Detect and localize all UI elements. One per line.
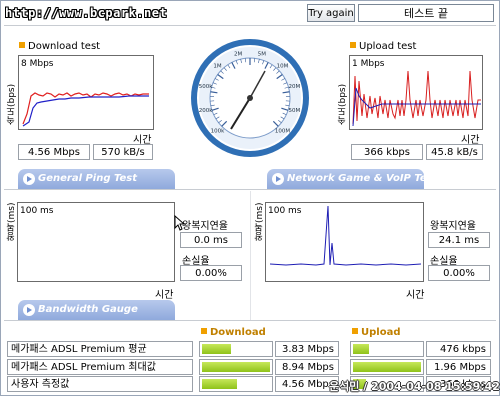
ping-y-max: 100 ms (20, 206, 54, 216)
gauge-tick-label: 50M (289, 108, 301, 114)
bandwidth-upload-header: Upload (352, 327, 400, 338)
download-bar-fill (202, 344, 232, 354)
download-kbs-value: 570 kB/s (93, 144, 153, 160)
upload-plot: 1 Mbps (349, 55, 483, 130)
column-divider (250, 191, 251, 321)
upload-bar (350, 359, 424, 375)
game-plot: 100 ms (265, 202, 424, 282)
gauge-tick-label: 20M (289, 84, 301, 90)
ping-loss-value: 0.00% (180, 265, 242, 281)
timestamp-watermark: 운석민 / 2004-04-08 15:59:42 (329, 380, 500, 393)
download-bar (199, 341, 273, 357)
table-row-name: 사용자 측정값 (7, 376, 193, 392)
upload-bar (350, 341, 424, 357)
download-value: 8.94 Mbps (275, 359, 339, 375)
speed-test-window: http://www.bcpark.net Try again 테스트 끝 Do… (0, 0, 500, 396)
upload-value: 1.96 Mbps (426, 359, 491, 375)
upload-graph (352, 70, 481, 127)
gauge-hub (247, 95, 253, 101)
bandwidth-download-header: Download (201, 327, 266, 338)
bullet-icon (352, 328, 358, 334)
download-bar (199, 376, 273, 392)
gauge-tick-label: 10M (277, 63, 289, 69)
download-bar-fill (202, 379, 237, 389)
download-bar-fill (202, 362, 270, 372)
speed-gauge: 100k 200k 500k 1M 2M 5M 10M 20M 50M 100M (191, 39, 309, 157)
upload-y-label: 속도(bps) (338, 83, 348, 125)
upload-kbps-value: 366 kbps (351, 144, 423, 160)
game-x-label: 시간 (406, 290, 425, 301)
game-rtt-label: 왕복지연율 (430, 221, 476, 232)
download-title: Download test (19, 41, 100, 52)
gauge-tick-label: 100k (211, 129, 225, 135)
gauge-tick-label: 200k (199, 108, 213, 114)
ping-plot: 100 ms (17, 202, 175, 282)
play-icon (272, 173, 284, 185)
gauge-tick-label: 100M (275, 129, 290, 135)
section-divider (4, 189, 496, 190)
status-box: 테스트 끝 (358, 4, 494, 22)
play-icon (23, 304, 35, 316)
tab-general-ping-test[interactable]: General Ping Test (18, 169, 175, 189)
bullet-icon (201, 328, 207, 334)
table-row-name: 메가패스 ADSL Premium 평균 (7, 341, 193, 357)
download-bar (199, 359, 273, 375)
site-url: http://www.bcpark.net (5, 6, 168, 20)
gauge-tick-label: 500k (199, 84, 213, 90)
download-graph (22, 92, 149, 127)
table-row-name: 메가패스 ADSL Premium 최대값 (7, 359, 193, 375)
tab-bandwidth-gauge[interactable]: Bandwidth Gauge (18, 300, 175, 320)
gauge-tick-label: 1M (213, 63, 221, 69)
try-again-button[interactable]: Try again (307, 4, 355, 22)
download-value: 3.83 Mbps (275, 341, 339, 357)
upload-kbs-value: 45.8 kB/s (426, 144, 483, 160)
gauge-tick-label: 2M (234, 52, 242, 58)
download-y-label: 속도(bps) (7, 83, 17, 125)
header-divider (4, 25, 496, 26)
download-mbps-value: 4.56 Mbps (18, 144, 90, 160)
game-loss-value: 0.00% (428, 265, 490, 281)
download-plot: 8 Mbps (18, 55, 154, 130)
bullet-icon (19, 42, 25, 48)
play-icon (23, 173, 35, 185)
game-graph (269, 205, 422, 266)
bullet-icon (350, 42, 356, 48)
ping-rtt-value: 0.0 ms (180, 232, 242, 248)
upload-value: 476 kbps (426, 341, 491, 357)
upload-bar-fill (353, 362, 421, 372)
upload-bar-fill (353, 344, 370, 354)
ping-rtt-label: 왕복지연율 (182, 221, 228, 232)
gauge-tick-label: 5M (258, 52, 266, 58)
section-divider (4, 320, 496, 321)
tab-network-game-voip-test[interactable]: Network Game & VoIP Test (267, 169, 424, 189)
upload-title: Upload test (350, 41, 416, 52)
game-rtt-value: 24.1 ms (428, 232, 490, 248)
ping-x-label: 시간 (155, 290, 174, 301)
